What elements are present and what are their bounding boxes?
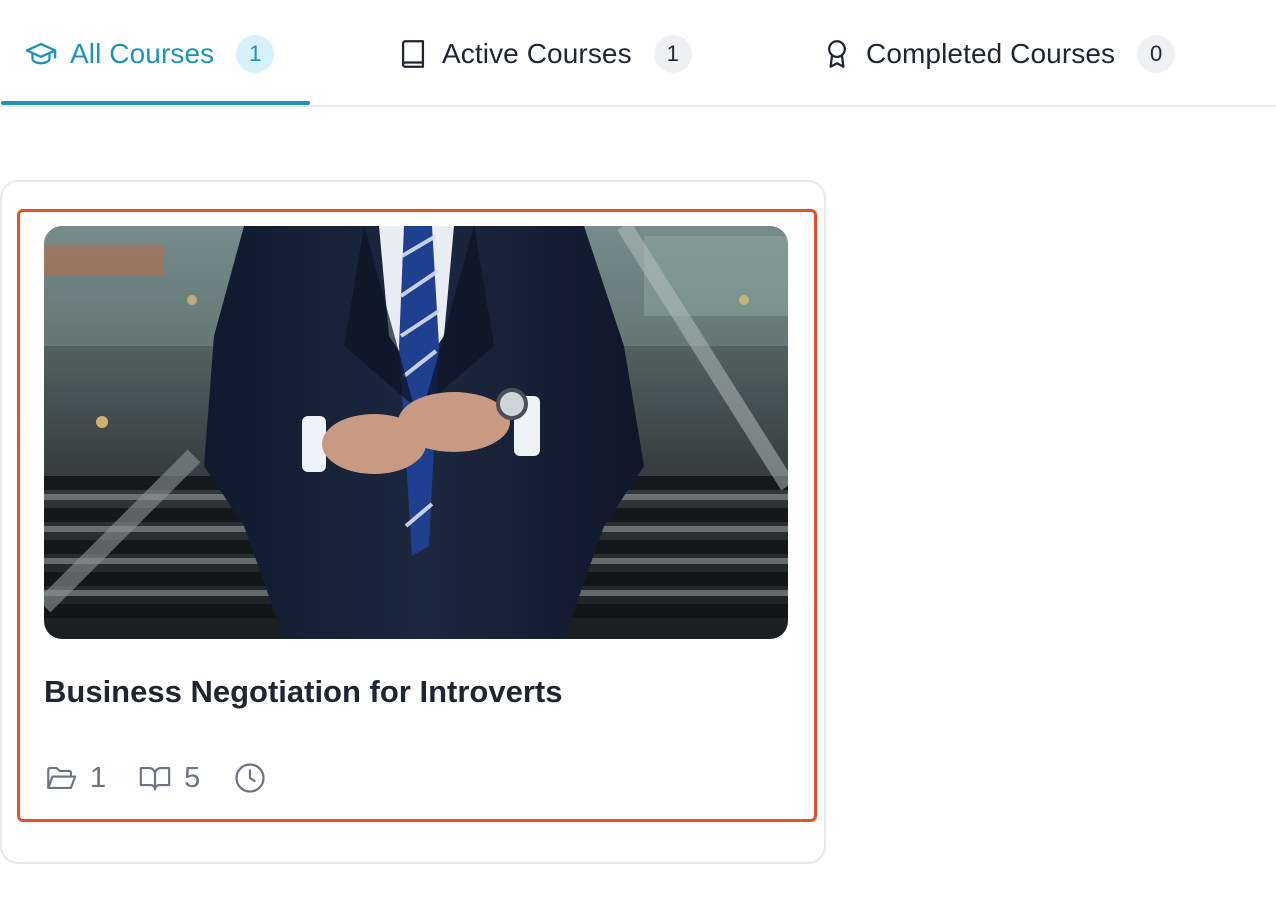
tab-completed-courses-label: Completed Courses (866, 37, 1116, 69)
tab-active-courses[interactable]: Active Courses 1 (396, 0, 692, 107)
tab-completed-courses-count: 0 (1137, 34, 1176, 73)
folder-open-icon (44, 761, 78, 795)
clock-icon (232, 760, 268, 796)
tab-all-courses-label: All Courses (70, 37, 215, 69)
book-icon (396, 37, 430, 71)
course-title[interactable]: Business Negotiation for Introverts (44, 674, 562, 710)
course-card-focus-outline[interactable]: Business Negotiation for Introverts 1 5 (17, 209, 817, 822)
topics-count-value: 1 (90, 761, 107, 794)
course-meta: 1 5 (44, 760, 300, 796)
active-tab-indicator (1, 101, 310, 105)
tab-all-courses-count: 1 (236, 34, 275, 73)
course-card[interactable]: Business Negotiation for Introverts 1 5 (0, 180, 826, 864)
course-tabs: All Courses 1 Active Courses 1 Completed… (0, 0, 1276, 107)
tab-active-courses-label: Active Courses (442, 37, 632, 69)
graduation-cap-icon (24, 37, 58, 71)
lessons-count: 5 (138, 761, 200, 795)
topics-count: 1 (44, 761, 106, 795)
course-thumbnail-image[interactable] (44, 226, 788, 639)
tab-active-courses-count: 1 (653, 34, 692, 73)
award-ribbon-icon (820, 37, 854, 71)
lessons-count-value: 5 (184, 761, 201, 794)
tab-all-courses[interactable]: All Courses 1 (24, 0, 275, 107)
tab-completed-courses[interactable]: Completed Courses 0 (820, 0, 1176, 107)
duration (232, 760, 268, 796)
open-book-icon (138, 761, 172, 795)
